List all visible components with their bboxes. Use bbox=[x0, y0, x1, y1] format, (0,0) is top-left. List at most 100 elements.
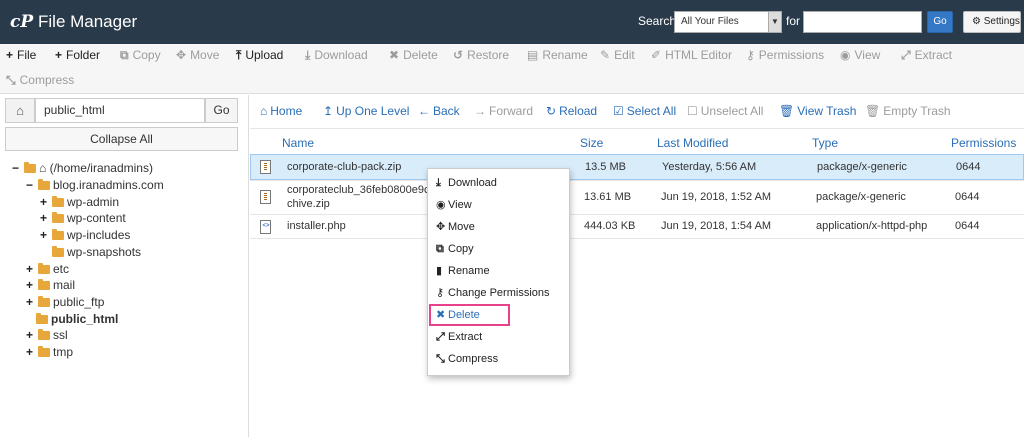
nav-select-all-label: Select All bbox=[626, 104, 677, 118]
eye-icon: ◉ bbox=[840, 48, 851, 62]
table-row[interactable]: corporate-club-pack.zip 13.5 MB Yesterda… bbox=[250, 154, 1024, 180]
context-move[interactable]: ✥ Move bbox=[436, 218, 475, 236]
nav-up-one-level-button[interactable]: ↥ Up One Level bbox=[323, 104, 409, 118]
cpanel-logo[interactable]: cP bbox=[10, 11, 34, 33]
tree-item-tmp[interactable]: + tmp bbox=[26, 344, 73, 360]
nav-empty-trash-button[interactable]: 🗑 Empty Trash bbox=[865, 104, 951, 118]
home-directory-button[interactable]: ⌂ bbox=[5, 98, 35, 123]
html-editor-label: HTML Editor bbox=[665, 48, 732, 62]
view-button[interactable]: ◉ View bbox=[840, 48, 880, 62]
zip-file-icon bbox=[260, 160, 271, 174]
tree-item-wp-includes[interactable]: + wp-includes bbox=[40, 227, 130, 243]
nav-view-trash-button[interactable]: 🗑 View Trash bbox=[779, 104, 856, 118]
nav-home-button[interactable]: ⌂ Home bbox=[260, 104, 302, 118]
folder-icon bbox=[52, 196, 64, 207]
column-header-last-modified[interactable]: Last Modified bbox=[657, 136, 728, 150]
expand-icon[interactable]: + bbox=[26, 277, 36, 293]
expand-icon[interactable]: + bbox=[26, 261, 36, 277]
context-change-permissions[interactable]: ⚷ Change Permissions bbox=[436, 284, 550, 302]
tree-item-wp-snapshots[interactable]: wp-snapshots bbox=[50, 244, 141, 260]
move-button[interactable]: ✥ Move bbox=[176, 48, 219, 62]
tree-item-public-html[interactable]: public_html bbox=[34, 311, 118, 327]
context-compress[interactable]: ⤡ Compress bbox=[436, 350, 498, 368]
folder-icon bbox=[52, 229, 64, 240]
home-icon: ⌂ bbox=[16, 103, 24, 118]
context-rename[interactable]: ▮ Rename bbox=[436, 262, 490, 280]
html-editor-button[interactable]: ✐ HTML Editor bbox=[651, 48, 732, 62]
file-name: corporateclub_36feb0800e9c bbox=[287, 184, 430, 196]
context-delete[interactable]: ✖ Delete bbox=[429, 304, 510, 326]
tree-item-mail[interactable]: + mail bbox=[26, 277, 75, 293]
copy-button[interactable]: ⧉ Copy bbox=[120, 48, 161, 62]
expand-icon[interactable]: + bbox=[40, 210, 50, 226]
column-header-name[interactable]: Name bbox=[282, 136, 314, 150]
collapse-icon[interactable]: − bbox=[12, 160, 22, 176]
trash-icon: 🗑 bbox=[865, 104, 881, 118]
nav-select-all-button[interactable]: ☑ Select All bbox=[613, 104, 676, 118]
expand-icon[interactable]: + bbox=[40, 227, 50, 243]
delete-button[interactable]: ✖ Delete bbox=[389, 48, 438, 62]
tree-item-root[interactable]: − ⌂ (/home/iranadmins) bbox=[12, 160, 153, 176]
tree-item-public-ftp[interactable]: + public_ftp bbox=[26, 294, 104, 310]
context-view[interactable]: ◉ View bbox=[436, 196, 472, 214]
extract-button[interactable]: ⤢ Extract bbox=[901, 48, 952, 62]
level-up-icon: ↥ bbox=[323, 104, 334, 118]
search-input[interactable] bbox=[803, 11, 922, 33]
file-permissions: 0644 bbox=[956, 161, 981, 173]
context-copy[interactable]: ⧉ Copy bbox=[436, 240, 474, 258]
edit-button[interactable]: ✎ Edit bbox=[600, 48, 635, 62]
download-icon: ⤓ bbox=[436, 177, 441, 189]
key-icon: ⚷ bbox=[436, 287, 445, 299]
pencil-icon: ✎ bbox=[600, 48, 611, 62]
permissions-button[interactable]: ⚷ Permissions bbox=[746, 48, 824, 62]
expand-icon[interactable]: + bbox=[40, 194, 50, 210]
header-bar: cP File Manager Search All Your Files ▼ … bbox=[0, 0, 1024, 44]
nav-back-button[interactable]: ← Back bbox=[418, 104, 460, 118]
file-permissions: 0644 bbox=[955, 191, 980, 203]
context-extract[interactable]: ⤢ Extract bbox=[436, 328, 482, 346]
nav-empty-trash-label: Empty Trash bbox=[883, 104, 951, 118]
upload-button[interactable]: ⤒ Upload bbox=[236, 48, 283, 62]
nav-unselect-all-button[interactable]: ☐ Unselect All bbox=[687, 104, 763, 118]
download-button[interactable]: ⤓ Download bbox=[305, 48, 368, 62]
collapse-icon[interactable]: − bbox=[26, 177, 36, 193]
expand-icon[interactable]: + bbox=[26, 294, 36, 310]
column-header-type[interactable]: Type bbox=[812, 136, 838, 150]
settings-button[interactable]: ⚙ Settings bbox=[963, 11, 1021, 33]
expand-icon[interactable]: + bbox=[26, 327, 36, 343]
column-header-permissions[interactable]: Permissions bbox=[951, 136, 1016, 150]
tree-label: etc bbox=[53, 262, 70, 276]
nav-up-label: Up One Level bbox=[336, 104, 410, 118]
rename-button[interactable]: ▤ Rename bbox=[527, 48, 588, 62]
new-file-button[interactable]: + File bbox=[6, 48, 36, 62]
table-row[interactable]: installer.php 444.03 KB Jun 19, 2018, 1:… bbox=[250, 214, 1024, 238]
collapse-all-button[interactable]: Collapse All bbox=[5, 127, 238, 151]
table-row[interactable]: corporateclub_36feb0800e9c chive.zip 13.… bbox=[250, 180, 1024, 214]
compress-button[interactable]: ⤡ Compress bbox=[6, 73, 74, 87]
folder-open-icon bbox=[24, 162, 36, 173]
tree-item-wp-content[interactable]: + wp-content bbox=[40, 210, 126, 226]
restore-label: Restore bbox=[467, 48, 510, 62]
column-header-size[interactable]: Size bbox=[580, 136, 603, 150]
tree-item-wp-admin[interactable]: + wp-admin bbox=[40, 194, 119, 210]
restore-button[interactable]: ↺ Restore bbox=[453, 48, 509, 62]
search-go-button[interactable]: Go bbox=[927, 11, 953, 33]
context-label: Compress bbox=[448, 353, 499, 365]
tree-item-blog[interactable]: − blog.iranadmins.com bbox=[26, 177, 164, 193]
context-label: Change Permissions bbox=[448, 287, 550, 299]
file-name-continued: chive.zip bbox=[287, 198, 330, 210]
nav-reload-button[interactable]: ↻ Reload bbox=[546, 104, 597, 118]
nav-forward-button[interactable]: → Forward bbox=[474, 104, 533, 118]
search-scope-select[interactable]: All Your Files ▼ bbox=[674, 11, 782, 33]
tree-item-ssl[interactable]: + ssl bbox=[26, 327, 68, 343]
tree-item-etc[interactable]: + etc bbox=[26, 261, 69, 277]
trash-icon: 🗑 bbox=[779, 104, 795, 118]
path-go-button[interactable]: Go bbox=[205, 98, 238, 123]
new-folder-button[interactable]: + Folder bbox=[55, 48, 100, 62]
gear-icon: ⚙ bbox=[972, 16, 981, 27]
checkbox-checked-icon: ☑ bbox=[613, 104, 624, 118]
compress-icon: ⤡ bbox=[6, 73, 16, 87]
expand-icon[interactable]: + bbox=[26, 344, 36, 360]
context-download[interactable]: ⤓ Download bbox=[436, 174, 497, 192]
path-input[interactable]: public_html bbox=[35, 98, 205, 123]
